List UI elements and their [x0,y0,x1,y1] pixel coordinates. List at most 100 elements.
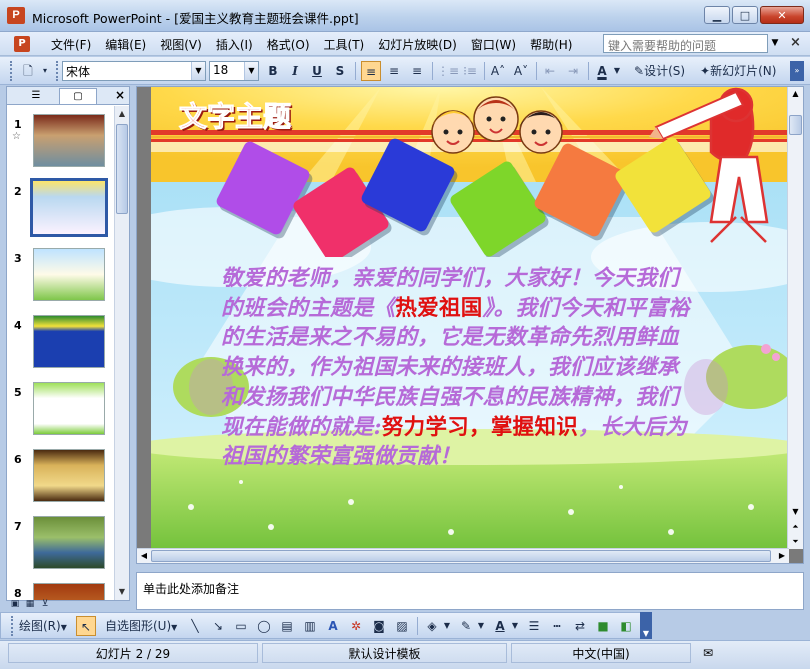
slide-thumbnail-image[interactable] [33,315,105,368]
text-box-icon[interactable]: ▤ [277,616,297,636]
slide-sorter-view-icon[interactable]: ▦ [23,598,37,611]
italic-button[interactable]: I [285,61,305,81]
decrease-indent-button[interactable]: ⇤ [540,61,560,81]
new-slide-button[interactable]: ✦新幻灯片(N) [698,61,778,81]
close-pane-icon[interactable]: × [115,88,125,102]
toolbar-grip[interactable] [10,61,13,81]
3d-style-icon[interactable]: ◧ [616,616,636,636]
fill-color-icon[interactable]: ◈ [422,616,442,636]
design-button[interactable]: ✎设计(S) [632,61,687,81]
insert-picture-icon[interactable]: ▨ [392,616,412,636]
slide-thumbnail-image[interactable] [30,178,108,237]
toolbar-options-icon[interactable]: ▾ [38,61,52,81]
outline-tab[interactable]: ☰ [17,88,55,104]
slide-thumbnail-row[interactable]: 3 [7,240,115,301]
previous-slide-icon[interactable]: ⏶ [788,520,803,534]
arrow-style-icon[interactable]: ⇄ [570,616,590,636]
slide-thumbnail-image[interactable] [33,449,105,502]
menu-item-6[interactable]: 幻灯片放映(D) [371,36,464,53]
chevron-down-icon[interactable]: ▼ [476,616,486,636]
scroll-thumb[interactable] [789,115,802,135]
line-style-icon[interactable]: ☰ [524,616,544,636]
bold-button[interactable]: B [263,61,283,81]
close-window-button[interactable]: ✕ [760,6,804,24]
toolbar-overflow-icon[interactable]: ▼ [640,612,652,639]
chevron-down-icon[interactable]: ▼ [510,616,520,636]
font-size-select[interactable]: 18 ▼ [209,61,259,81]
menu-item-7[interactable]: 窗口(W) [464,36,523,53]
select-objects-icon[interactable]: ↖ [76,616,96,636]
bullets-button[interactable]: ⁝≡ [460,61,480,81]
align-left-button[interactable]: ≡ [361,61,381,81]
font-name-select[interactable]: 宋体 ▼ [62,61,206,81]
scroll-right-icon[interactable]: ▶ [775,549,789,563]
toolbar-overflow-icon[interactable]: » [790,61,804,81]
new-document-icon[interactable]: 🗋 [18,61,38,81]
increase-indent-button[interactable]: ⇥ [563,61,583,81]
current-slide[interactable]: 文字主题 敬爱的老师，亲爱的同学们，大家好！今天我们的班会的主题是《热爱祖国》。… [151,87,787,549]
increase-font-size-button[interactable]: A˄ [488,61,508,81]
close-document-button[interactable]: × [790,35,801,50]
menu-item-3[interactable]: 插入(I) [209,36,260,53]
slide-thumbnail-row[interactable]: 6 [7,441,115,502]
normal-view-icon[interactable]: ▣ [8,598,22,611]
slide-thumbnail-image[interactable] [33,248,105,301]
slide-thumbnail-image[interactable] [33,516,105,569]
vertical-text-box-icon[interactable]: ▥ [300,616,320,636]
menu-item-4[interactable]: 格式(O) [260,36,317,53]
chevron-down-icon[interactable]: ▼ [244,62,258,80]
slide-horizontal-scrollbar[interactable]: ◀ ▶ [137,548,789,563]
help-dropdown-arrow-icon[interactable]: ▼ [768,34,782,53]
toolbar-grip[interactable] [11,616,14,636]
align-center-button[interactable]: ≡ [384,61,404,81]
menu-item-1[interactable]: 编辑(E) [98,36,153,53]
slide-title[interactable]: 文字主题 [178,95,291,135]
menu-item-0[interactable]: 文件(F) [44,36,98,53]
document-icon[interactable]: P [14,36,30,52]
arrow-tool-icon[interactable]: ↘ [208,616,228,636]
menu-item-5[interactable]: 工具(T) [317,36,372,53]
align-right-button[interactable]: ≡ [407,61,427,81]
scroll-up-icon[interactable]: ▲ [115,106,129,122]
scroll-left-icon[interactable]: ◀ [137,549,151,563]
drawing-font-color-icon[interactable]: A [490,616,510,636]
slide-thumbnail-row[interactable]: 4 [7,307,115,368]
oval-tool-icon[interactable]: ◯ [254,616,274,636]
minimize-button[interactable]: ▁ [704,6,730,24]
scroll-down-icon[interactable]: ▼ [788,505,803,519]
rectangle-tool-icon[interactable]: ▭ [231,616,251,636]
slide-thumbnail-image[interactable] [33,114,105,167]
scroll-thumb[interactable] [116,124,128,214]
spelling-status-icon[interactable]: ✉ [695,643,721,663]
diagram-icon[interactable]: ✲ [346,616,366,636]
slideshow-view-icon[interactable]: ⊻ [38,598,52,611]
font-color-dropdown-icon[interactable]: ▼ [612,61,622,81]
decrease-font-size-button[interactable]: A˅ [511,61,531,81]
clip-art-icon[interactable]: ◙ [369,616,389,636]
slide-thumbnail-row[interactable]: 8 [7,575,115,600]
chevron-down-icon[interactable]: ▼ [442,616,452,636]
slide-thumbnail-row[interactable]: 2 [7,173,115,237]
next-slide-icon[interactable]: ⏷ [788,535,803,549]
maximize-button[interactable]: □ [732,6,758,24]
powerpoint-app-icon[interactable]: P [7,7,25,24]
slide-thumbnail-row[interactable]: 7 [7,508,115,569]
scroll-up-icon[interactable]: ▲ [788,87,803,101]
line-color-icon[interactable]: ✎ [456,616,476,636]
slides-tab[interactable]: ▢ [59,88,97,104]
autoshapes-menu-button[interactable]: 自选图形(U)▼ [105,616,177,636]
chevron-down-icon[interactable]: ▼ [191,62,205,80]
shadow-button[interactable]: S [330,61,350,81]
menu-item-8[interactable]: 帮助(H) [523,36,579,53]
slide-body-text[interactable]: 敬爱的老师，亲爱的同学们，大家好！今天我们的班会的主题是《热爱祖国》。我们今天和… [221,264,699,472]
thumbnails-scrollbar[interactable]: ▲ ▼ [114,106,129,600]
slide-thumbnail-row[interactable]: 1 ☆ [7,106,115,167]
scroll-thumb[interactable] [151,550,771,562]
slide-thumbnail-image[interactable] [33,382,105,435]
help-search-input[interactable]: 键入需要帮助的问题 [603,34,768,53]
scroll-down-icon[interactable]: ▼ [115,584,129,600]
line-tool-icon[interactable]: ╲ [185,616,205,636]
numbering-button[interactable]: ⋮≡ [437,61,459,81]
dash-style-icon[interactable]: ┅ [547,616,567,636]
draw-menu-button[interactable]: 绘图(R)▼ [19,616,67,636]
